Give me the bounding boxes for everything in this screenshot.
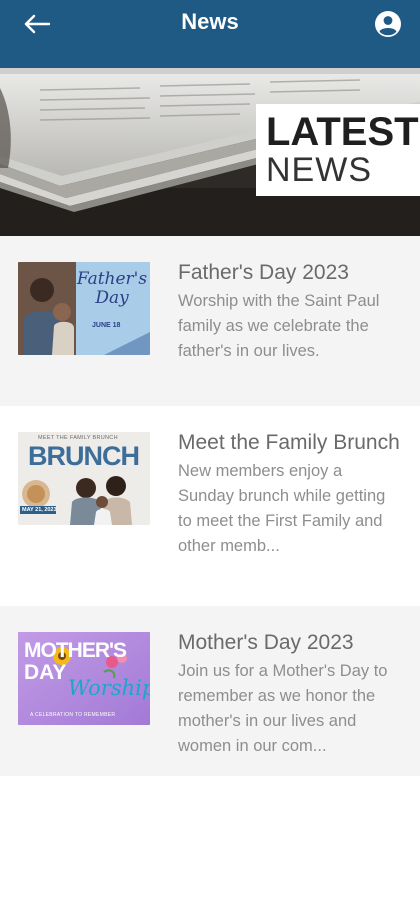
latest-news-badge: LATEST NEWS <box>256 104 420 196</box>
profile-button[interactable] <box>374 10 402 38</box>
news-description: Worship with the Saint Paul family as we… <box>178 292 380 360</box>
hero-line-2: NEWS <box>266 151 372 189</box>
news-thumbnail: MEET THE FAMILY BRUNCH BRUNCH MAY 21, 20… <box>18 432 150 525</box>
page-title: News <box>181 9 239 34</box>
thumbnail-caption: A CELEBRATION TO REMEMBER <box>30 712 116 718</box>
thumbnail-heading-1: MOTHER'S <box>24 639 127 662</box>
news-description: New members enjoy a Sunday brunch while … <box>178 462 386 555</box>
thumbnail-heading-2: DAY <box>24 661 67 684</box>
news-title: Mother's Day 2023 <box>178 631 354 654</box>
thumbnail-date: MAY 21, 2023 <box>22 507 57 513</box>
thumbnail-date: JUNE 18 <box>92 322 121 329</box>
news-title: Father's Day 2023 <box>178 261 349 284</box>
hero-banner: LATEST NEWS <box>0 68 420 236</box>
news-item-fathers-day[interactable]: Father's Day JUNE 18 Father's Day 2023 W… <box>0 236 420 406</box>
app-bar: News <box>0 0 420 68</box>
news-description: Join us for a Mother's Day to remember a… <box>178 662 388 755</box>
news-thumbnail: MOTHER'S DAY Worship A CELEBRATION TO RE… <box>18 632 150 725</box>
news-title: Meet the Family Brunch <box>178 431 400 454</box>
thumbnail-script: Worship <box>68 676 150 700</box>
thumbnail-heading: Father's Day <box>76 269 148 308</box>
news-list: Father's Day JUNE 18 Father's Day 2023 W… <box>0 236 420 776</box>
thumbnail-heading: BRUNCH <box>28 441 140 471</box>
news-item-mothers-day[interactable]: MOTHER'S DAY Worship A CELEBRATION TO RE… <box>0 606 420 776</box>
account-circle-icon <box>375 11 401 37</box>
news-thumbnail: Father's Day JUNE 18 <box>18 262 150 355</box>
hero-line-1: LATEST <box>266 110 419 154</box>
news-item-family-brunch[interactable]: MEET THE FAMILY BRUNCH BRUNCH MAY 21, 20… <box>0 406 420 606</box>
